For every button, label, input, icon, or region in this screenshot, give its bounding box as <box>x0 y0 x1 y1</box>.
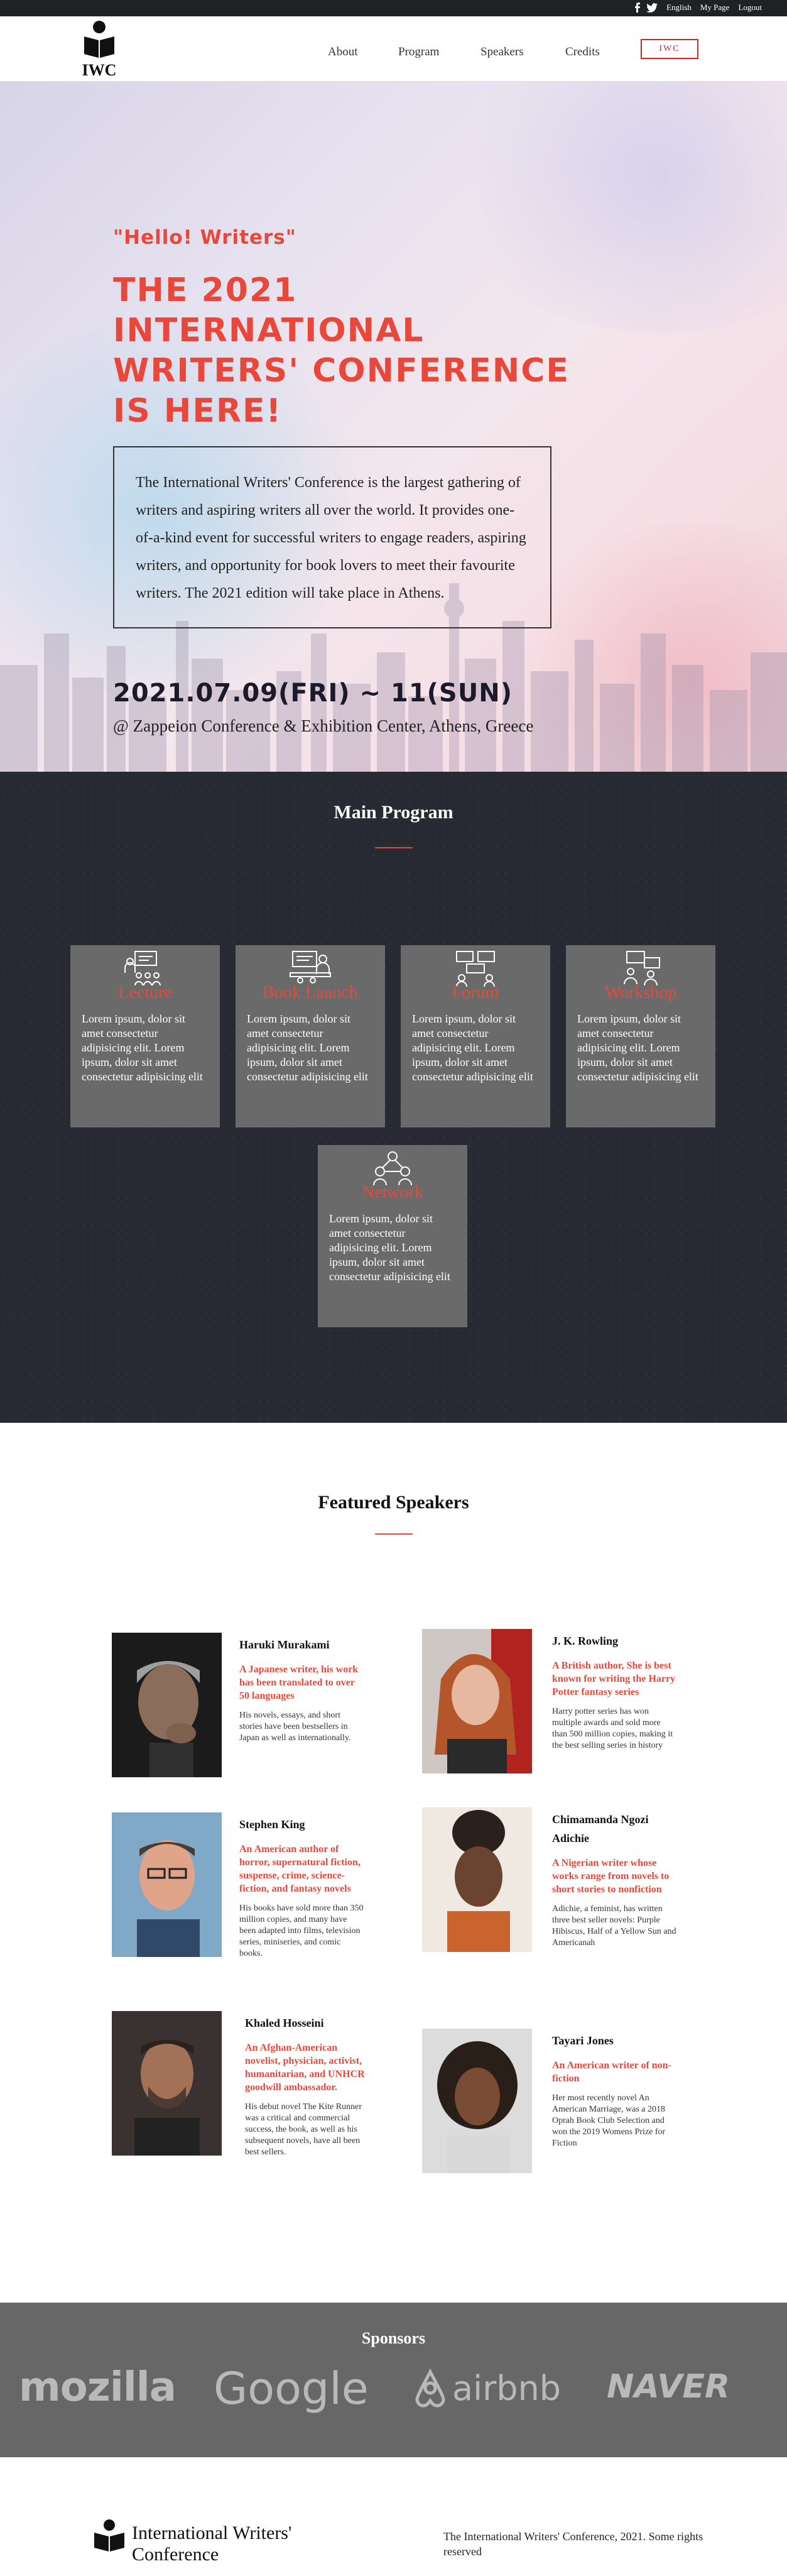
section-title: Main Program <box>334 802 453 823</box>
speaker-info: Tayari Jones An American writer of non-f… <box>552 2031 678 2149</box>
my-page-link[interactable]: My Page <box>700 3 730 13</box>
title-underline <box>375 847 413 848</box>
facebook-icon[interactable] <box>634 3 641 13</box>
social-links <box>634 3 658 13</box>
speaker-role: An American writer of non-fiction <box>552 2060 671 2084</box>
program-card-text: Lorem ipsum, dolor sit amet consectetur … <box>577 1012 698 1083</box>
speaker-card[interactable]: Chimamanda Ngozi Adichie A Nigerian writ… <box>422 1807 676 1971</box>
speaker-role: A Nigerian writer whose works range from… <box>552 1858 670 1895</box>
hero-description: The International Writers' Conference is… <box>113 446 551 628</box>
nav-credits[interactable]: Credits <box>565 45 600 59</box>
nav-speakers[interactable]: Speakers <box>480 45 524 59</box>
program-card-text: Lorem ipsum, dolor sit amet consectetur … <box>247 1012 368 1083</box>
event-date: 2021.07.09(FRI) ~ 11(SUN) <box>113 679 513 708</box>
hero-section: "Hello! Writers" THE 2021 INTERNATIONAL … <box>0 82 787 772</box>
airbnb-icon <box>415 2368 445 2408</box>
logo-text: IWC <box>82 61 117 79</box>
footer-org-name: International Writers' Conference <box>132 2523 292 2565</box>
airbnb-logo[interactable]: airbnb <box>412 2368 561 2408</box>
airbnb-logo-text: airbnb <box>452 2368 562 2408</box>
section-title: Sponsors <box>361 2329 426 2347</box>
speaker-info: Stephen King An American author of horro… <box>239 1815 365 1959</box>
speaker-info: Haruki Murakami A Japanese writer, his w… <box>239 1635 365 1744</box>
speaker-role: An American author of horror, supernatur… <box>239 1844 361 1894</box>
network-icon <box>373 1151 412 1186</box>
speaker-info: J. K. Rowling A British author, She is b… <box>552 1631 678 1751</box>
title-underline <box>375 1533 413 1535</box>
speaker-name: Stephen King <box>239 1818 305 1831</box>
forum-icon <box>456 951 495 987</box>
book-launch-icon <box>290 951 331 984</box>
program-card-workshop[interactable]: Workshop Lorem ipsum, dolor sit amet con… <box>566 945 715 1127</box>
program-card-forum[interactable]: Forum Lorem ipsum, dolor sit amet consec… <box>401 945 550 1127</box>
site-footer: International Writers' Conference The In… <box>0 2457 787 2576</box>
speaker-name: J. K. Rowling <box>552 1635 619 1647</box>
logout-link[interactable]: Logout <box>738 3 762 13</box>
speaker-info: Chimamanda Ngozi Adichie A Nigerian writ… <box>552 1810 678 1949</box>
logo[interactable]: IWC <box>74 20 124 80</box>
speaker-card[interactable]: Haruki Murakami A Japanese writer, his w… <box>112 1633 363 1784</box>
top-bar: English My Page Logout <box>0 0 787 16</box>
program-card-title: Lecture <box>118 983 172 1002</box>
program-card-title: Book Launch <box>263 983 358 1002</box>
speaker-card[interactable]: Stephen King An American author of horro… <box>112 1812 365 1963</box>
program-card-title: Forum <box>452 983 499 1002</box>
naver-logo[interactable]: NAVER <box>607 2368 730 2406</box>
footer-copyright: The International Writers' Conference, 2… <box>443 2530 703 2558</box>
speaker-name: Tayari Jones <box>552 2034 614 2047</box>
mozilla-logo[interactable]: mozilla <box>19 2364 176 2411</box>
program-card-book-launch[interactable]: Book Launch Lorem ipsum, dolor sit amet … <box>236 945 385 1127</box>
section-title: Featured Speakers <box>318 1492 469 1513</box>
speaker-name: Chimamanda Ngozi Adichie <box>552 1813 649 1844</box>
program-card-text: Lorem ipsum, dolor sit amet consectetur … <box>329 1212 450 1283</box>
nav-about[interactable]: About <box>328 45 358 59</box>
speaker-card[interactable]: J. K. Rowling A British author, She is b… <box>422 1629 675 1780</box>
sponsors-section: Sponsors mozilla Google airbnb NAVER <box>0 2303 787 2457</box>
nav-program[interactable]: Program <box>398 45 439 59</box>
program-card-text: Lorem ipsum, dolor sit amet consectetur … <box>412 1012 533 1083</box>
speaker-photo <box>112 2011 222 2156</box>
workshop-icon <box>624 951 660 986</box>
speaker-description: His novels, essays, and short stories ha… <box>239 1711 351 1743</box>
speaker-description: His debut novel The Kite Runner was a cr… <box>245 2102 362 2157</box>
speaker-card[interactable]: Khaled Hosseini An Afghan-American novel… <box>112 2011 365 2174</box>
featured-speakers-section: Featured Speakers Haruki Murakami A Japa… <box>0 1423 787 2303</box>
program-card-title: Network <box>362 1183 423 1202</box>
speaker-photo <box>422 2029 532 2173</box>
site-header: IWC About Program Speakers Credits IWC <box>0 16 787 82</box>
hero-greeting: "Hello! Writers" <box>113 226 296 249</box>
speaker-role: A British author, She is best known for … <box>552 1660 676 1697</box>
main-program-section: Main Program Lecture Lorem ipsum, dolor … <box>0 772 787 1423</box>
lecture-icon <box>124 951 161 986</box>
language-link[interactable]: English <box>666 3 692 13</box>
speaker-role: An Afghan-American novelist, physician, … <box>245 2042 365 2093</box>
google-logo[interactable]: Google <box>214 2363 369 2414</box>
speaker-name: Haruki Murakami <box>239 1638 330 1651</box>
program-card-title: Workshop <box>604 983 677 1002</box>
hero-title: THE 2021 INTERNATIONAL WRITERS' CONFEREN… <box>113 271 570 430</box>
speaker-photo <box>112 1812 222 1957</box>
speaker-description: Adichie, a feminist, has written three b… <box>552 1904 676 1948</box>
speaker-photo <box>422 1629 532 1773</box>
twitter-icon[interactable] <box>646 3 658 13</box>
speaker-card[interactable]: Tayari Jones An American writer of non-f… <box>422 2029 673 2179</box>
program-card-network[interactable]: Network Lorem ipsum, dolor sit amet cons… <box>318 1145 467 1327</box>
nav-iwc-button[interactable]: IWC <box>641 39 698 59</box>
speaker-description: Harry potter series has won multiple awa… <box>552 1707 673 1750</box>
program-card-lecture[interactable]: Lecture Lorem ipsum, dolor sit amet cons… <box>70 945 220 1127</box>
book-reader-icon <box>84 21 114 58</box>
speaker-role: A Japanese writer, his work has been tra… <box>239 1664 359 1701</box>
speaker-photo <box>422 1807 532 1952</box>
speaker-info: Khaled Hosseini An Afghan-American novel… <box>245 2014 371 2158</box>
program-card-text: Lorem ipsum, dolor sit amet consectetur … <box>82 1012 203 1083</box>
speaker-description: His books have sold more than 350 millio… <box>239 1904 364 1958</box>
speaker-photo <box>112 1633 222 1777</box>
event-venue: @ Zappeion Conference & Exhibition Cente… <box>113 716 534 735</box>
speaker-description: Her most recently novel An American Marr… <box>552 2093 666 2148</box>
book-reader-icon <box>94 2519 124 2551</box>
speaker-name: Khaled Hosseini <box>245 2017 324 2029</box>
